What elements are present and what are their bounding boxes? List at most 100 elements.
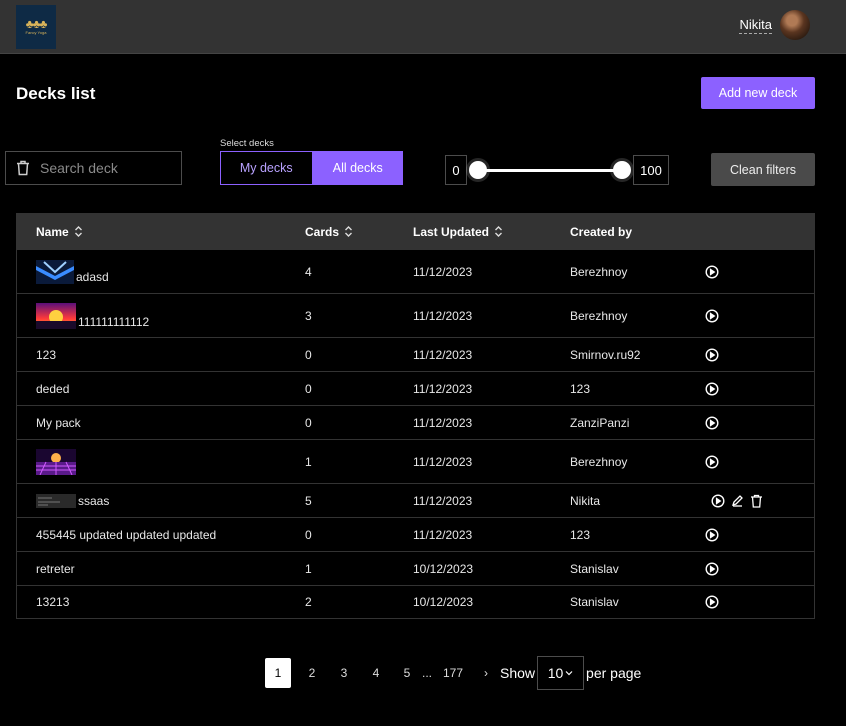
- sort-icon: [344, 226, 353, 237]
- next-page-icon[interactable]: ›: [476, 666, 496, 680]
- deck-created-by: ZanziPanzi: [570, 415, 630, 430]
- deck-name[interactable]: My pack: [36, 406, 81, 439]
- page-1-button[interactable]: 1: [265, 658, 291, 688]
- table-row[interactable]: ssaas 5 11/12/2023 Nikita: [17, 483, 814, 517]
- app-logo[interactable]: ♣♣♣ Fancy Yoga: [16, 5, 56, 49]
- row-actions: [705, 406, 719, 439]
- edit-icon[interactable]: [731, 494, 744, 507]
- deck-cards-count: 2: [305, 595, 312, 609]
- deck-name[interactable]: deded: [36, 372, 69, 405]
- tab-all-decks[interactable]: All decks: [312, 151, 403, 185]
- deck-cards-count: 0: [305, 347, 312, 362]
- table-row[interactable]: 123 0 11/12/2023 Smirnov.ru92: [17, 337, 814, 371]
- deck-name: 111111111112: [78, 314, 150, 329]
- deck-cards-count: 5: [305, 493, 312, 508]
- deck-name[interactable]: 13213: [36, 586, 69, 618]
- deck-cards-count: 1: [305, 454, 312, 469]
- play-icon[interactable]: [711, 493, 725, 508]
- deck-name[interactable]: 455445 updated updated updated: [36, 518, 216, 551]
- search-input[interactable]: [40, 160, 170, 176]
- deck-created-by: Nikita: [570, 493, 601, 508]
- play-icon[interactable]: [705, 264, 719, 279]
- decks-tab-switcher: My decks All decks: [220, 151, 403, 185]
- row-actions: [705, 250, 719, 293]
- table-row[interactable]: 455445 updated updated updated 0 11/12/2…: [17, 517, 814, 551]
- search-field[interactable]: [5, 151, 182, 185]
- deck-name-cell[interactable]: ssaas: [36, 484, 109, 517]
- add-new-deck-button[interactable]: Add new deck: [701, 77, 815, 109]
- table-row[interactable]: retreter 1 10/12/2023 Stanislav: [17, 551, 814, 585]
- per-page-label: per page: [586, 665, 642, 681]
- page-title: Decks list: [16, 84, 96, 103]
- deck-cards-count: 3: [305, 308, 312, 323]
- column-header-label: Created by: [570, 224, 633, 239]
- table-row[interactable]: 1 11/12/2023 Berezhnoy: [17, 439, 814, 483]
- page-5-button[interactable]: 5: [392, 666, 422, 680]
- page-3-button[interactable]: 3: [328, 666, 360, 680]
- deck-last-updated: 11/12/2023: [413, 454, 473, 469]
- range-max-value: 100: [633, 155, 669, 185]
- table-row[interactable]: adasd 4 11/12/2023 Berezhnoy: [17, 249, 814, 293]
- deck-name-cell[interactable]: 111111111112: [36, 294, 149, 337]
- per-page-select[interactable]: 10: [537, 656, 585, 690]
- clean-filters-button[interactable]: Clean filters: [711, 153, 815, 186]
- deck-name[interactable]: retreter: [36, 552, 75, 585]
- deck-created-by: Stanislav: [570, 561, 619, 576]
- range-slider-min-thumb[interactable]: [469, 161, 487, 179]
- deck-created-by: 123: [570, 527, 591, 542]
- user-name[interactable]: Nikita: [739, 17, 772, 34]
- deck-cards-count: 0: [305, 527, 312, 542]
- deck-name-cell[interactable]: [36, 440, 78, 483]
- deck-last-updated: 11/12/2023: [413, 415, 473, 430]
- play-icon[interactable]: [705, 381, 719, 396]
- table-row[interactable]: deded 0 11/12/2023 123: [17, 371, 814, 405]
- page-last-button[interactable]: 177: [436, 666, 470, 680]
- deck-name[interactable]: 123: [36, 338, 56, 371]
- column-header-cards[interactable]: Cards: [305, 214, 353, 249]
- deck-last-updated: 11/12/2023: [413, 264, 473, 279]
- deck-name-cell[interactable]: adasd: [36, 250, 109, 293]
- play-icon[interactable]: [705, 347, 719, 362]
- deck-last-updated: 10/12/2023: [413, 595, 474, 609]
- delete-icon[interactable]: [750, 494, 763, 508]
- table-row[interactable]: My pack 0 11/12/2023 ZanziPanzi: [17, 405, 814, 439]
- play-icon[interactable]: [705, 415, 719, 430]
- play-icon[interactable]: [705, 595, 719, 609]
- table-row[interactable]: 111111111112 3 11/12/2023 Berezhnoy: [17, 293, 814, 337]
- table-header: Name Cards Last Updated Created by: [17, 214, 814, 249]
- page-2-button[interactable]: 2: [296, 666, 328, 680]
- column-header-name[interactable]: Name: [36, 214, 83, 249]
- user-menu[interactable]: Nikita: [739, 10, 810, 40]
- deck-created-by: Stanislav: [570, 595, 619, 609]
- deck-last-updated: 11/12/2023: [413, 381, 473, 396]
- tab-my-decks[interactable]: My decks: [220, 151, 313, 185]
- play-icon[interactable]: [705, 308, 719, 323]
- deck-created-by: Berezhnoy: [570, 454, 628, 469]
- row-actions: [711, 484, 763, 517]
- column-header-last-updated[interactable]: Last Updated: [413, 214, 503, 249]
- logo-mark-icon: ♣♣♣: [25, 17, 48, 31]
- pagination-ellipsis: ...: [422, 666, 433, 680]
- range-slider-track[interactable]: [478, 169, 622, 172]
- range-slider-max-thumb[interactable]: [613, 161, 631, 179]
- deck-cover-image: [36, 259, 74, 284]
- column-header-label: Last Updated: [413, 224, 490, 239]
- deck-last-updated: 11/12/2023: [413, 527, 473, 542]
- table-row[interactable]: 13213 2 10/12/2023 Stanislav: [17, 585, 814, 618]
- column-header-label: Cards: [305, 224, 340, 239]
- play-icon[interactable]: [705, 527, 719, 542]
- avatar[interactable]: [780, 10, 810, 40]
- deck-name: adasd: [76, 269, 109, 284]
- play-icon[interactable]: [705, 561, 719, 576]
- play-icon[interactable]: [705, 454, 719, 469]
- row-actions: [705, 440, 719, 483]
- page-4-button[interactable]: 4: [360, 666, 392, 680]
- deck-last-updated: 11/12/2023: [413, 308, 473, 323]
- logo-text: Fancy Yoga: [25, 30, 47, 35]
- deck-created-by: Berezhnoy: [570, 264, 628, 279]
- row-actions: [705, 372, 719, 405]
- deck-created-by: Berezhnoy: [570, 308, 628, 323]
- sort-icon: [494, 226, 503, 237]
- deck-created-by: 123: [570, 381, 591, 396]
- deck-cover-image: [36, 493, 76, 508]
